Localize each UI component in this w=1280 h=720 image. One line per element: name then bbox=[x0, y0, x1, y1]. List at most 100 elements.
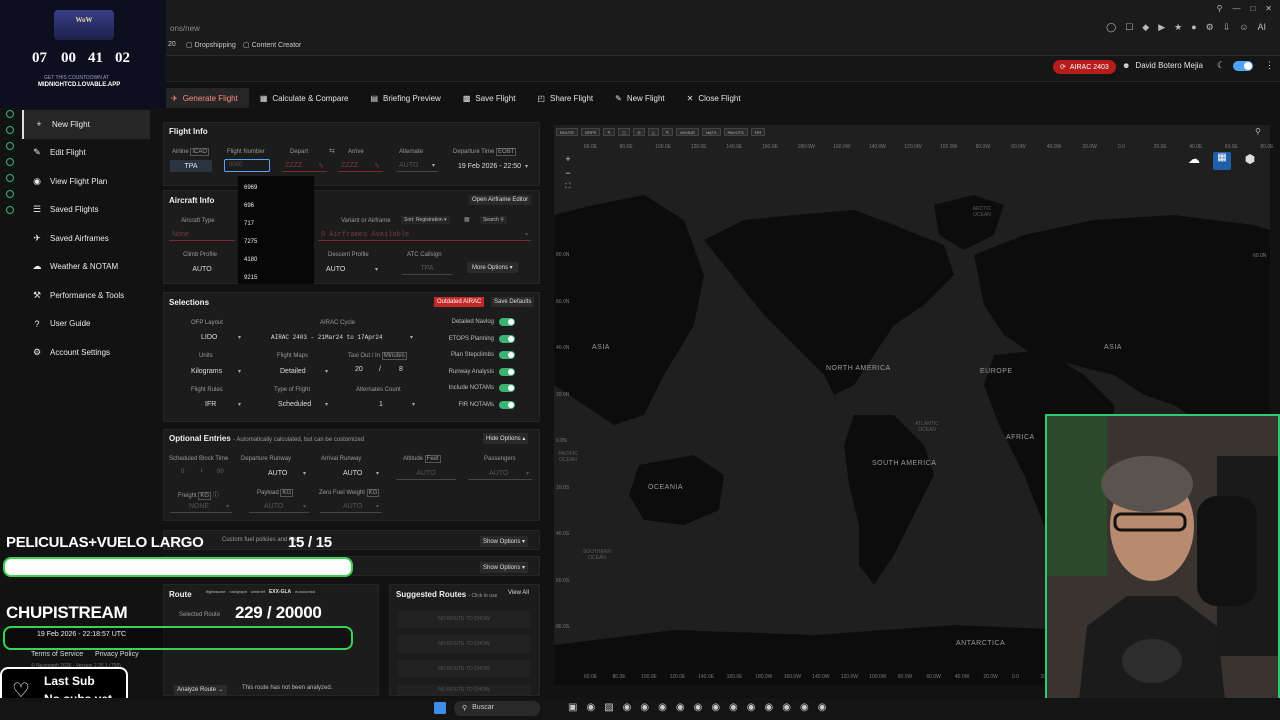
suggestion-item[interactable]: 4180 bbox=[238, 251, 314, 269]
sidebar-item-account-settings[interactable]: ⚙ Account Settings bbox=[22, 338, 150, 367]
share-flight-button[interactable]: ◰ Share Flight bbox=[526, 88, 604, 108]
taskbar-search[interactable]: ⚲ Buscar bbox=[454, 701, 540, 716]
windows-start-icon[interactable] bbox=[434, 702, 446, 714]
taxi-in-input[interactable]: 8 bbox=[399, 366, 403, 373]
descent-profile-select[interactable]: AUTO ▾ bbox=[323, 263, 381, 275]
airac-cycle-select[interactable]: AIRAC 2403 - 21Mar24 to 17Apr24 ▾ bbox=[256, 331, 416, 343]
block-minutes-input[interactable]: 00 bbox=[217, 469, 224, 475]
airac-status-badge[interactable]: ⟳ AIRAC 2403 bbox=[1053, 60, 1116, 74]
dark-mode-toggle[interactable] bbox=[1233, 61, 1253, 71]
zero-fuel-weight-select[interactable]: AUTO ▾ bbox=[320, 501, 382, 513]
map-tool-icon[interactable]: △ bbox=[647, 128, 659, 136]
flight-number-input[interactable]: 0000 bbox=[224, 159, 270, 172]
passengers-input[interactable]: AUTO ▾ bbox=[468, 468, 532, 480]
bookmark-dropshipping[interactable]: ▢ Dropshipping bbox=[186, 41, 236, 49]
map-pacots-button[interactable]: PACOTS bbox=[723, 128, 748, 136]
flight-rules-select[interactable]: IFR ▾ bbox=[170, 398, 244, 410]
flight-maps-select[interactable]: Detailed ▾ bbox=[253, 365, 331, 377]
bookmark-20[interactable]: 20 bbox=[168, 41, 176, 48]
sort-select[interactable]: Sort: Registration ▾ bbox=[401, 216, 450, 224]
suggested-route-row[interactable]: NO ROUTE TO SHOW bbox=[398, 685, 530, 695]
altitude-input[interactable]: AUTO bbox=[396, 468, 456, 480]
suggested-route-row[interactable]: NO ROUTE TO SHOW bbox=[398, 635, 530, 653]
sidebar-item-view-flight-plan[interactable]: ◉ View Flight Plan bbox=[22, 167, 150, 196]
etops-planning-toggle[interactable] bbox=[499, 334, 515, 343]
calendar-icon[interactable]: ▦ bbox=[464, 216, 470, 223]
detailed-navlog-toggle[interactable] bbox=[499, 318, 515, 326]
map-tool-icon[interactable]: ✎ bbox=[603, 128, 615, 136]
generate-flight-button[interactable]: ✈ Generate Flight bbox=[160, 88, 249, 108]
sidebar-item-saved-airframes[interactable]: ✈ Saved Airframes bbox=[22, 224, 150, 253]
briefing-preview-button[interactable]: ▤ Briefing Preview bbox=[359, 88, 451, 108]
departure-runway-select[interactable]: AUTO ▾ bbox=[245, 467, 309, 479]
close-flight-button[interactable]: ✕ Close Flight bbox=[676, 88, 752, 108]
type-of-flight-select[interactable]: Scheduled ▾ bbox=[253, 398, 331, 410]
taxi-out-input[interactable]: 20 bbox=[355, 366, 363, 373]
window-controls[interactable]: ⚲ — □ ✕ bbox=[1217, 4, 1272, 13]
airline-input[interactable]: TPA bbox=[170, 160, 212, 172]
depart-input[interactable]: ZZZZ ✎ bbox=[282, 160, 327, 172]
suggestion-item[interactable]: 6969 bbox=[238, 179, 314, 197]
moon-icon[interactable]: ☾ bbox=[1217, 60, 1225, 71]
map-search-icon[interactable]: ⚲ bbox=[1255, 127, 1261, 136]
suggested-route-row[interactable]: NO ROUTE TO SHOW bbox=[398, 610, 530, 628]
sidebar-item-new-flight[interactable]: + New Flight bbox=[22, 110, 150, 139]
map-tool-icon[interactable]: ◎ bbox=[633, 128, 645, 136]
suggestion-item[interactable]: 7275 bbox=[238, 233, 314, 251]
terms-link[interactable]: Terms of Service bbox=[31, 651, 83, 658]
map-grps-button[interactable]: GRPS bbox=[581, 128, 601, 136]
freight-select[interactable]: NONE ▾ bbox=[170, 501, 232, 513]
save-flight-button[interactable]: ▩ Save Flight bbox=[452, 88, 527, 108]
airframe-select[interactable]: 0 Airframes Available ▾ bbox=[318, 229, 531, 241]
sidebar-item-edit-flight[interactable]: ✎ Edit Flight bbox=[22, 139, 150, 168]
save-defaults-button[interactable]: Save Defaults bbox=[491, 297, 535, 307]
hide-options-button[interactable]: Hide Options ▴ bbox=[483, 433, 529, 444]
user-menu[interactable]: ☻ David Botero Mejia bbox=[1122, 61, 1203, 70]
map-nats-button[interactable]: NATS bbox=[702, 128, 721, 136]
bookmark-content-creator[interactable]: ▢ Content Creator bbox=[243, 41, 301, 49]
runway-analysis-toggle[interactable] bbox=[499, 367, 515, 376]
include-notams-toggle[interactable] bbox=[499, 384, 515, 393]
suggestion-item[interactable]: 717 bbox=[238, 215, 314, 233]
open-airframe-editor-button[interactable]: Open Airframe Editor bbox=[469, 195, 532, 205]
payload-select[interactable]: AUTO ▾ bbox=[249, 501, 309, 513]
fir-notams-toggle[interactable] bbox=[499, 400, 515, 409]
view-all-button[interactable]: View All bbox=[508, 590, 529, 596]
url-bar[interactable]: ons/new bbox=[170, 24, 200, 33]
climb-profile-select[interactable]: AUTO bbox=[170, 263, 234, 275]
privacy-link[interactable]: Privacy Policy bbox=[95, 651, 139, 658]
atc-callsign-input[interactable]: TPA bbox=[402, 263, 452, 275]
suggestion-item[interactable]: 696 bbox=[238, 197, 314, 215]
alternate-select[interactable]: AUTO ▾ bbox=[396, 160, 438, 172]
analyze-route-button[interactable]: Analyze Route → bbox=[174, 685, 227, 695]
route-providers[interactable]: flightaware navigraph simbrief EXX-GLA euroc… bbox=[206, 589, 315, 595]
sidebar-item-saved-flights[interactable]: ☰ Saved Flights bbox=[22, 196, 150, 225]
map-route-button[interactable]: ROUTE bbox=[556, 128, 578, 136]
show-options-button[interactable]: Show Options ▾ bbox=[480, 536, 529, 547]
alternates-count-select[interactable]: 1 ▾ bbox=[342, 398, 418, 410]
globe-icon[interactable]: ⬢ bbox=[1241, 152, 1259, 170]
aircraft-type-select[interactable]: None bbox=[169, 229, 235, 241]
departure-time-select[interactable]: 19 Feb 2026 - 22:50 ▾ bbox=[455, 160, 531, 172]
map-zoom-controls[interactable]: + − ⛶ bbox=[563, 152, 573, 194]
plan-stepclimbs-toggle[interactable] bbox=[499, 351, 515, 360]
units-select[interactable]: Kilograms ▾ bbox=[170, 365, 244, 377]
map-wxsat-button[interactable]: WX/SAT bbox=[676, 128, 700, 136]
more-options-button[interactable]: More Options ▾ bbox=[467, 262, 518, 273]
arrival-runway-select[interactable]: AUTO ▾ bbox=[318, 467, 382, 479]
map-fir-button[interactable]: FIR bbox=[750, 128, 766, 136]
block-hours-input[interactable]: 0 bbox=[181, 469, 184, 475]
taskbar-apps[interactable]: ▣ ◉ ▨ ◉ ◉ ◉ ◉ ◉ ◉ ◉ ◉ ◉ ◉ ◉ ◉ bbox=[568, 702, 826, 713]
show-options-button[interactable]: Show Options ▾ bbox=[480, 562, 529, 573]
suggested-route-row[interactable]: NO ROUTE TO SHOW bbox=[398, 660, 530, 678]
map-tool-icon[interactable]: ✎ bbox=[661, 128, 674, 136]
stepper-icon[interactable]: ↕ bbox=[200, 468, 203, 474]
suggestion-item[interactable]: 9215 bbox=[238, 269, 314, 287]
map-tool-icon[interactable]: ◯ bbox=[617, 128, 631, 136]
swap-icon[interactable]: ⇆ bbox=[329, 147, 335, 155]
arrive-input[interactable]: ZZZZ ✎ bbox=[338, 160, 383, 172]
browser-extension-icons[interactable]: ◯ ☐ ◆ ▶ ★ ● ⚙ ⇩ ☺ AI bbox=[1106, 22, 1266, 33]
ofp-layout-select[interactable]: LIDO ▾ bbox=[170, 331, 244, 343]
kebab-menu-icon[interactable]: ⋮ bbox=[1265, 60, 1274, 71]
sidebar-item-user-guide[interactable]: ? User Guide bbox=[22, 310, 150, 339]
